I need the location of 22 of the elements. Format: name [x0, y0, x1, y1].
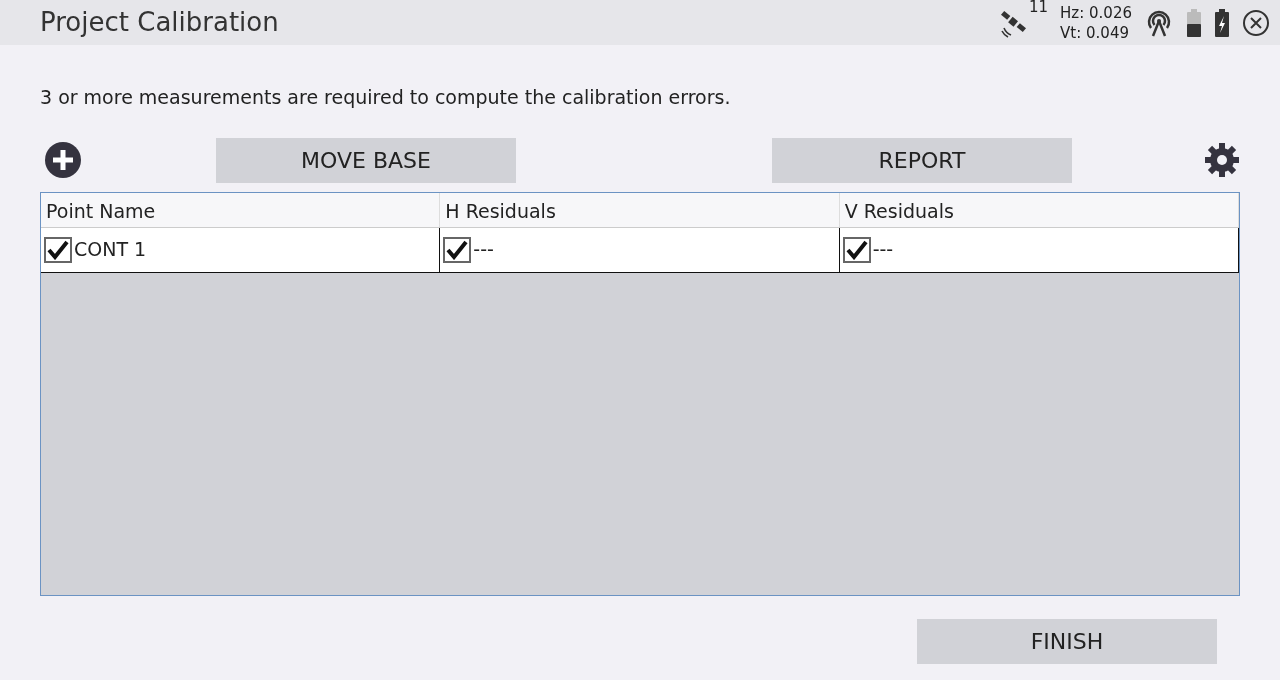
window-title: Project Calibration: [40, 6, 280, 39]
satellite-count: 11: [1029, 0, 1049, 18]
battery-icon: [1186, 8, 1202, 37]
battery-charging-icon: [1214, 8, 1230, 37]
move-base-button[interactable]: MOVE BASE: [216, 137, 516, 183]
add-icon[interactable]: [44, 141, 82, 179]
cell-text: ---: [872, 237, 894, 263]
checkbox[interactable]: [842, 236, 871, 263]
vertical-precision: Vt: 0.049: [1060, 22, 1130, 43]
finish-button[interactable]: FINISH: [917, 618, 1217, 664]
horizontal-precision: Hz: 0.026: [1060, 2, 1132, 23]
close-icon[interactable]: [1242, 8, 1270, 37]
cell-text: ---: [473, 237, 494, 263]
column-header: V Residuals: [839, 192, 1239, 227]
checkbox[interactable]: [44, 236, 72, 263]
column-header: H Residuals: [440, 192, 840, 227]
report-button[interactable]: REPORT: [772, 137, 1072, 183]
cell-text: CONT 1: [74, 237, 147, 263]
info-message: 3 or more measurements are required to compute the calibration errors.: [40, 85, 732, 110]
settings-icon[interactable]: [1204, 142, 1240, 178]
column-header: Point Name: [41, 192, 441, 227]
checkbox[interactable]: [443, 236, 472, 263]
